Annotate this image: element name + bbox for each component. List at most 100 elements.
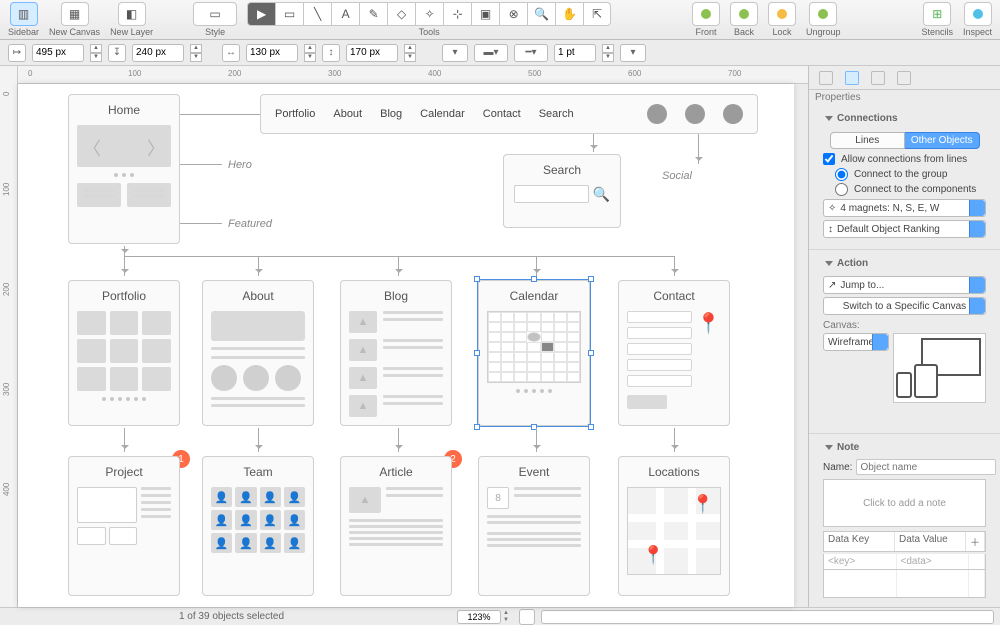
nav-blog: Blog bbox=[380, 108, 402, 120]
page-home[interactable]: Home 〈 〉 bbox=[68, 94, 180, 244]
page-portfolio[interactable]: Portfolio bbox=[68, 280, 180, 426]
note-textarea[interactable]: Click to add a note bbox=[823, 479, 986, 527]
w-field[interactable] bbox=[246, 44, 298, 62]
allow-connections-checkbox[interactable]: Allow connections from lines bbox=[823, 153, 992, 165]
tab-canvas-icon[interactable] bbox=[871, 71, 885, 85]
h-field[interactable] bbox=[346, 44, 398, 62]
ranking-dropdown[interactable]: ↕Default Object Ranking bbox=[823, 220, 986, 238]
search-input-wire bbox=[514, 185, 589, 203]
name-label: Name: bbox=[823, 462, 852, 473]
sidebar-group: ▥ Sidebar bbox=[8, 2, 39, 37]
canvas-preview bbox=[893, 333, 986, 403]
search-card[interactable]: Search 🔍 bbox=[503, 154, 621, 228]
metadata-row[interactable]: <key> <data> bbox=[823, 554, 986, 570]
stroke-style[interactable]: ━▾ bbox=[514, 44, 548, 62]
height-icon[interactable]: ↕ bbox=[322, 44, 340, 62]
nav-bar[interactable]: Portfolio About Blog Calendar Contact Se… bbox=[260, 94, 758, 134]
style-name-field[interactable] bbox=[541, 610, 994, 624]
page-team[interactable]: Team 👤👤👤👤 👤👤👤👤 👤👤👤👤 bbox=[202, 456, 314, 596]
tab-document-icon[interactable] bbox=[897, 71, 911, 85]
seg-lines[interactable]: Lines bbox=[830, 132, 906, 149]
nav-portfolio: Portfolio bbox=[275, 108, 315, 120]
tool-hand[interactable]: ✋ bbox=[555, 2, 583, 26]
label-social: Social bbox=[662, 170, 692, 182]
connection-type-segment: Lines Other Objects bbox=[830, 132, 980, 149]
seg-other[interactable]: Other Objects bbox=[905, 132, 980, 149]
tab-properties-icon[interactable] bbox=[845, 71, 859, 85]
canvas-picker[interactable]: Wireframe bbox=[823, 333, 889, 351]
connect-components-radio[interactable]: Connect to the components bbox=[835, 183, 992, 196]
tool-line[interactable]: ╲ bbox=[303, 2, 331, 26]
new-layer-button[interactable]: ◧ bbox=[118, 2, 146, 26]
w-stepper[interactable]: ▲▼ bbox=[304, 44, 316, 62]
y-field[interactable] bbox=[132, 44, 184, 62]
new-layer-label: New Layer bbox=[110, 27, 153, 37]
tool-shape[interactable]: ▭ bbox=[275, 2, 303, 26]
sidebar-toggle[interactable]: ▥ bbox=[10, 2, 38, 26]
vertical-ruler: 0 100 200 300 400 bbox=[0, 66, 18, 607]
origin-y-icon[interactable]: ↧ bbox=[108, 44, 126, 62]
tab-object-icon[interactable] bbox=[819, 71, 833, 85]
y-stepper[interactable]: ▲▼ bbox=[190, 44, 202, 62]
stroke-weight-stepper[interactable]: ▲▼ bbox=[602, 44, 614, 62]
properties-title: Properties bbox=[809, 90, 1000, 105]
magnets-dropdown[interactable]: ✧4 magnets: N, S, E, W bbox=[823, 199, 986, 217]
page-article[interactable]: Article ▲ bbox=[340, 456, 452, 596]
tool-select[interactable]: ▶ bbox=[247, 2, 275, 26]
tool-stamp[interactable]: ▣ bbox=[471, 2, 499, 26]
shadow-swatch[interactable]: ▾ bbox=[620, 44, 646, 62]
geometry-bar: ↦ ▲▼ ↧ ▲▼ ↔ ▲▼ ↕ ▲▼ ▾ ▬▾ ━▾ ▲▼ ▾ bbox=[0, 40, 1000, 66]
new-canvas-group: ▦ New Canvas bbox=[49, 2, 100, 37]
tool-point[interactable]: ⊹ bbox=[443, 2, 471, 26]
page-about[interactable]: About bbox=[202, 280, 314, 426]
search-icon: 🔍 bbox=[593, 186, 610, 203]
zoom-stepper[interactable]: ▲▼ bbox=[501, 610, 511, 624]
ungroup-button[interactable] bbox=[809, 2, 837, 26]
fill-swatch[interactable]: ▾ bbox=[442, 44, 468, 62]
lock-button[interactable] bbox=[768, 2, 796, 26]
stroke-weight-field[interactable] bbox=[554, 44, 596, 62]
page-blog[interactable]: Blog ▲ ▲ ▲ ▲ bbox=[340, 280, 452, 426]
nav-search: Search bbox=[539, 108, 574, 120]
front-button[interactable] bbox=[692, 2, 720, 26]
x-stepper[interactable]: ▲▼ bbox=[90, 44, 102, 62]
switch-canvas-dropdown[interactable]: Switch to a Specific Canvas bbox=[823, 297, 986, 315]
page-event[interactable]: Event 8 bbox=[478, 456, 590, 596]
tool-text[interactable]: A bbox=[331, 2, 359, 26]
tool-magnet[interactable]: ⊗ bbox=[499, 2, 527, 26]
tool-zoom[interactable]: 🔍 bbox=[527, 2, 555, 26]
width-icon[interactable]: ↔ bbox=[222, 44, 240, 62]
selection-status: 1 of 39 objects selected bbox=[6, 611, 457, 622]
tool-pen[interactable]: ✎ bbox=[359, 2, 387, 26]
style-swatch[interactable] bbox=[519, 609, 535, 625]
nav-calendar: Calendar bbox=[420, 108, 465, 120]
connect-group-radio[interactable]: Connect to the group bbox=[835, 168, 992, 181]
object-name-field[interactable] bbox=[856, 459, 996, 475]
tool-diamond[interactable]: ◇ bbox=[387, 2, 415, 26]
inspect-button[interactable] bbox=[964, 2, 992, 26]
preview-mode-icon[interactable] bbox=[823, 407, 841, 421]
style-picker[interactable]: ▭ bbox=[193, 2, 237, 26]
label-hero: Hero bbox=[228, 159, 252, 171]
tool-crop[interactable]: ✧ bbox=[415, 2, 443, 26]
tool-browse[interactable]: ⇱ bbox=[583, 2, 611, 26]
pin-icon: 📍 bbox=[642, 545, 664, 566]
x-field[interactable] bbox=[32, 44, 84, 62]
page-locations[interactable]: Locations 📍 📍 bbox=[618, 456, 730, 596]
inspect-group: Inspect bbox=[963, 2, 992, 37]
page-contact[interactable]: Contact 📍 bbox=[618, 280, 730, 426]
back-button[interactable] bbox=[730, 2, 758, 26]
h-stepper[interactable]: ▲▼ bbox=[404, 44, 416, 62]
page-project[interactable]: Project bbox=[68, 456, 180, 596]
add-metadata-button[interactable]: ＋ bbox=[966, 532, 985, 551]
label-featured: Featured bbox=[228, 218, 272, 230]
style-label: Style bbox=[205, 27, 225, 37]
action-section: Action ↗Jump to... Switch to a Specific … bbox=[809, 250, 1000, 434]
stencils-button[interactable]: ⊞ bbox=[923, 2, 951, 26]
canvas[interactable]: Home 〈 〉 Portfolio About Blo bbox=[18, 84, 794, 607]
origin-x-icon[interactable]: ↦ bbox=[8, 44, 26, 62]
stroke-swatch[interactable]: ▬▾ bbox=[474, 44, 508, 62]
new-canvas-button[interactable]: ▦ bbox=[61, 2, 89, 26]
zoom-field[interactable] bbox=[457, 610, 501, 624]
jump-dropdown[interactable]: ↗Jump to... bbox=[823, 276, 986, 294]
